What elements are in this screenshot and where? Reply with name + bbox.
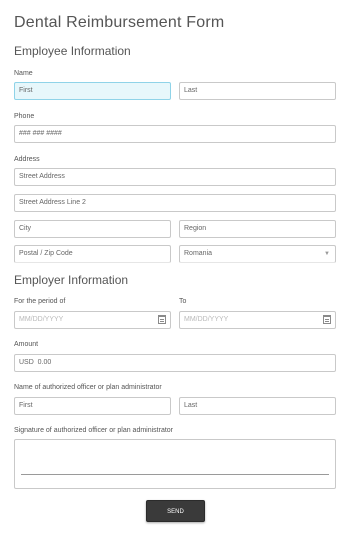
country-select[interactable]: Romania ▼: [179, 245, 336, 263]
employee-section-heading: Employee Information: [14, 44, 131, 58]
employer-section-heading: Employer Information: [14, 273, 129, 287]
signature-line: [21, 474, 329, 475]
first-name-input[interactable]: First: [14, 82, 171, 100]
street-address-line2-input[interactable]: Street Address Line 2: [14, 194, 336, 212]
street-address-input[interactable]: Street Address: [14, 168, 336, 186]
postal-code-input[interactable]: Postal / Zip Code: [14, 245, 171, 263]
region-input[interactable]: Region: [179, 220, 336, 238]
country-select-value: Romania: [184, 250, 213, 257]
signature-label: Signature of authorized officer or plan …: [14, 427, 174, 434]
amount-input[interactable]: USD 0.00: [14, 354, 336, 372]
send-button[interactable]: SEND: [146, 500, 205, 522]
amount-label: Amount: [14, 341, 39, 348]
officer-name-label: Name of authorized officer or plan admin…: [14, 384, 162, 391]
last-name-input[interactable]: Last: [179, 82, 336, 100]
officer-last-name-input[interactable]: Last: [179, 397, 336, 415]
phone-label: Phone: [14, 113, 35, 120]
calendar-icon[interactable]: [158, 315, 166, 324]
date-from-input[interactable]: MM/DD/YYYY: [14, 311, 171, 329]
chevron-down-icon: ▼: [324, 251, 330, 257]
name-label: Name: [14, 70, 33, 77]
period-to-label: To: [179, 298, 187, 305]
period-from-label: For the period of: [14, 298, 66, 305]
date-to-input[interactable]: MM/DD/YYYY: [179, 311, 336, 329]
calendar-icon[interactable]: [323, 315, 331, 324]
officer-first-name-input[interactable]: First: [14, 397, 171, 415]
form-title: Dental Reimbursement Form: [14, 14, 225, 31]
city-input[interactable]: City: [14, 220, 171, 238]
phone-input[interactable]: ### ### ####: [14, 125, 336, 143]
date-from-placeholder: MM/DD/YYYY: [19, 316, 64, 323]
address-label: Address: [14, 156, 40, 163]
date-to-placeholder: MM/DD/YYYY: [184, 316, 229, 323]
signature-pad[interactable]: [14, 439, 336, 489]
